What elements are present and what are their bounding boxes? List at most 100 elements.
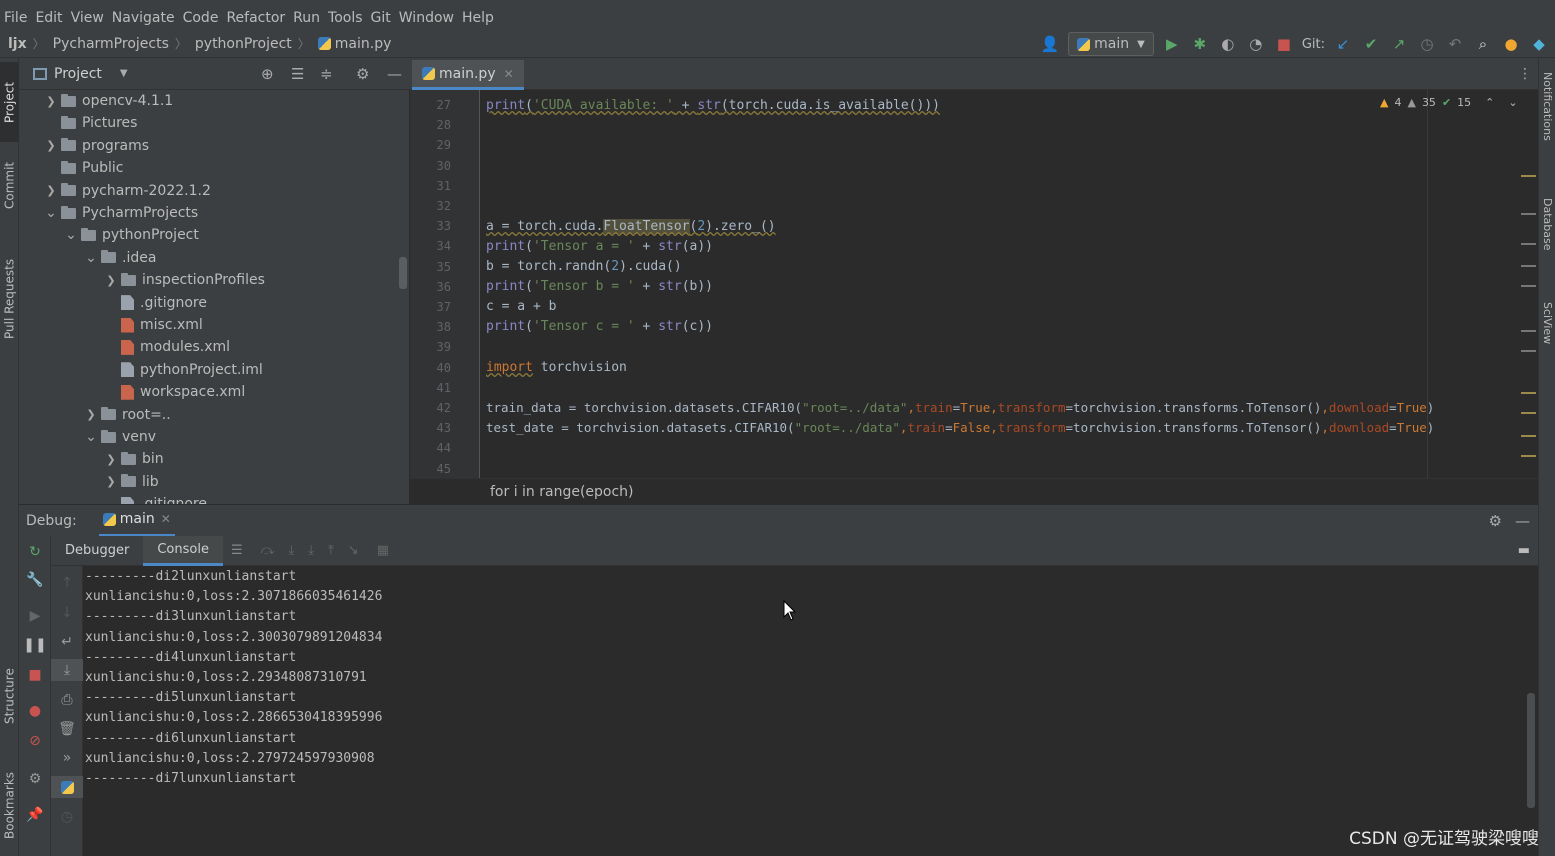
breadcrumb-pythonproject[interactable]: pythonProject	[187, 36, 292, 52]
menu-tools[interactable]: Tools	[326, 10, 369, 26]
code-editor[interactable]: print('CUDA available: ' + str(torch.cud…	[480, 90, 1530, 478]
more-options-icon[interactable]: ⋮	[1518, 66, 1532, 82]
menu-refactor[interactable]: Refactor	[224, 10, 291, 26]
tree-item[interactable]: pythonProject.iml	[101, 359, 263, 381]
tree-item[interactable]: modules.xml	[101, 336, 230, 358]
coverage-icon[interactable]: ◐	[1218, 34, 1238, 54]
console-output[interactable]: ---------di2lunxunlianstart xunliancishu:…	[83, 566, 1538, 856]
error-stripe-mark[interactable]	[1521, 350, 1536, 352]
menu-code[interactable]: Code	[181, 10, 225, 26]
rerun-icon[interactable]: ↻	[19, 541, 51, 563]
tree-item[interactable]: ❯ root=..	[81, 404, 170, 426]
arrow-down-icon[interactable]: ↓	[51, 602, 83, 624]
chevron-right-icon[interactable]: ❯	[41, 184, 61, 197]
gear-icon[interactable]: ⚙	[1489, 512, 1502, 530]
tree-item[interactable]: ❯ pycharm-2022.1.2	[41, 180, 210, 202]
tool-window-structure[interactable]: Structure	[0, 654, 19, 739]
breadcrumb-pycharmprojects[interactable]: PycharmProjects	[45, 36, 169, 52]
chevron-down-icon[interactable]: ▼	[120, 68, 128, 79]
tree-item[interactable]: ⌄ PycharmProjects	[41, 202, 198, 224]
step-out-icon[interactable]: ⤒	[328, 543, 334, 558]
chevron-right-icon[interactable]: ❯	[101, 475, 121, 488]
trash-icon[interactable]: 🗑	[51, 718, 83, 740]
error-stripe-mark[interactable]	[1521, 175, 1536, 177]
tool-window-project[interactable]: Project	[0, 62, 19, 142]
chevron-down-icon[interactable]: ⌄	[41, 205, 61, 221]
hide-icon[interactable]: —	[387, 65, 402, 83]
editor-breadcrumb[interactable]: for i in range(epoch)	[490, 484, 634, 500]
tool-window-commit[interactable]: Commit	[0, 150, 19, 220]
tree-item[interactable]: ❯ inspectionProfiles	[101, 269, 265, 291]
close-icon[interactable]: ✕	[161, 512, 171, 526]
menu-git[interactable]: Git	[369, 10, 397, 26]
tree-item[interactable]: workspace.xml	[101, 381, 245, 403]
error-stripe-mark[interactable]	[1521, 330, 1536, 332]
resume-icon[interactable]: ▶	[19, 605, 51, 627]
history-icon[interactable]: ◷	[51, 806, 83, 828]
chevron-up-icon[interactable]: ⌃	[1485, 96, 1494, 109]
chevron-down-icon[interactable]: ⌄	[61, 227, 81, 243]
tab-console[interactable]: Console	[143, 535, 223, 566]
tree-item[interactable]: ⌄ venv	[81, 426, 156, 448]
mute-breakpoints-icon[interactable]: ⊘	[19, 730, 51, 752]
debug-session-tab[interactable]: main ✕	[98, 505, 175, 537]
console-scrollbar[interactable]	[1527, 693, 1535, 808]
soft-wrap-icon[interactable]: ↵	[51, 631, 83, 653]
profile-icon[interactable]: ◔	[1246, 34, 1266, 54]
tree-item[interactable]: ⌄ pythonProject	[61, 224, 199, 246]
print-icon[interactable]: ⎙	[51, 689, 83, 711]
tool-window-bookmarks[interactable]: Bookmarks	[0, 758, 19, 853]
menu-run[interactable]: Run	[291, 10, 326, 26]
error-stripe-mark[interactable]	[1521, 435, 1536, 437]
updates-icon[interactable]: ●	[1501, 34, 1521, 54]
settings-wrench-icon[interactable]: 🔧	[19, 569, 51, 591]
tree-item[interactable]: .gitignore	[101, 292, 207, 314]
git-commit-icon[interactable]: ✔	[1361, 34, 1381, 54]
run-to-cursor-icon[interactable]: ↘	[348, 543, 359, 558]
tab-main-py[interactable]: main.py ✕	[412, 60, 524, 90]
chevron-down-icon[interactable]: ⌄	[81, 250, 101, 266]
pin-icon[interactable]: 📌	[19, 804, 51, 826]
close-icon[interactable]: ✕	[504, 67, 514, 81]
tool-window-pull-requests[interactable]: Pull Requests	[0, 244, 19, 354]
project-view-title[interactable]: Project	[54, 66, 102, 82]
tree-item[interactable]: ❯ programs	[41, 135, 149, 157]
tree-item[interactable]: Public	[41, 157, 123, 179]
chevron-right-icon[interactable]: ❯	[101, 453, 121, 466]
error-stripe-mark[interactable]	[1521, 265, 1536, 267]
search-icon[interactable]: ⌕	[1473, 34, 1493, 54]
menu-view[interactable]: View	[69, 10, 110, 26]
history-icon[interactable]: ◷	[1417, 34, 1437, 54]
error-stripe-mark[interactable]	[1521, 213, 1536, 215]
rollback-icon[interactable]: ↶	[1445, 34, 1465, 54]
error-stripe-mark[interactable]	[1521, 455, 1536, 457]
user-icon[interactable]: 👤	[1040, 34, 1060, 54]
run-configuration-selector[interactable]: main ▼	[1068, 32, 1154, 56]
tree-item[interactable]: misc.xml	[101, 314, 203, 336]
layout-icon[interactable]: ▬	[1518, 543, 1530, 558]
locate-icon[interactable]: ⊕	[261, 65, 274, 83]
chevron-right-icon[interactable]: ❯	[41, 139, 61, 152]
python-console-icon[interactable]	[51, 776, 83, 798]
git-push-icon[interactable]: ↗	[1389, 34, 1409, 54]
inspection-widget[interactable]: ▲ 4 ▲ 35 ✔ 15 ⌃ ⌄	[1380, 96, 1518, 109]
menu-navigate[interactable]: Navigate	[110, 10, 181, 26]
tab-debugger[interactable]: Debugger	[51, 536, 143, 566]
error-stripe-mark[interactable]	[1521, 412, 1536, 414]
gear-icon[interactable]: ⚙	[19, 768, 51, 790]
chevron-right-icon[interactable]: ❯	[101, 274, 121, 287]
project-scrollbar[interactable]	[399, 257, 407, 289]
git-update-icon[interactable]: ↙	[1333, 34, 1353, 54]
step-into-my-code-icon[interactable]: ⤓	[308, 543, 314, 558]
expand-all-icon[interactable]: ☰	[291, 65, 304, 83]
stop-icon[interactable]: ■	[19, 664, 51, 686]
gear-icon[interactable]: ⚙	[356, 65, 369, 83]
threads-icon[interactable]: ☰	[231, 543, 243, 558]
tree-item[interactable]: .gitignore	[101, 493, 207, 504]
chevron-right-icon[interactable]: ❯	[81, 408, 101, 421]
menu-file[interactable]: File	[2, 10, 33, 26]
tree-item[interactable]: ❯ opencv-4.1.1	[41, 90, 173, 112]
menu-help[interactable]: Help	[460, 10, 500, 26]
hide-icon[interactable]: —	[1515, 512, 1530, 530]
step-into-icon[interactable]: ⤓	[289, 543, 295, 558]
